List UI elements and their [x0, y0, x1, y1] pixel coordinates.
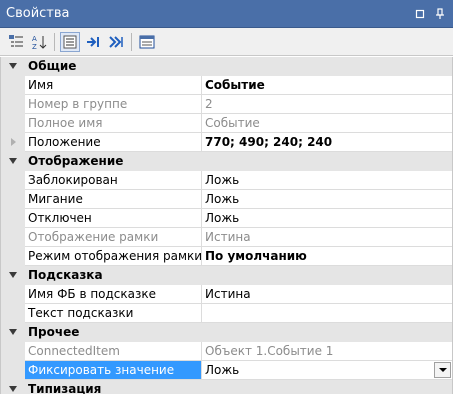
- collapse-arrow-icon: [9, 329, 17, 335]
- property-value[interactable]: По умолчанию: [202, 247, 452, 266]
- property-value: Событие: [202, 114, 452, 133]
- category-general[interactable]: Общие: [1, 57, 452, 76]
- property-row-disabled[interactable]: Отключен Ложь: [1, 209, 452, 228]
- category-label: Общие: [28, 59, 77, 73]
- property-pages-button[interactable]: [137, 32, 157, 52]
- property-value: 2: [202, 95, 452, 114]
- go-to-button[interactable]: [83, 32, 103, 52]
- property-value: Истина: [202, 228, 452, 247]
- dropdown-button[interactable]: [434, 362, 451, 378]
- property-value-dropdown[interactable]: Ложь: [202, 361, 452, 380]
- go-to-end-button[interactable]: [106, 32, 126, 52]
- categorized-icon: [9, 34, 23, 47]
- category-expander[interactable]: [1, 323, 25, 342]
- properties-view-button[interactable]: [60, 31, 80, 52]
- property-list-icon: [63, 35, 77, 48]
- restore-icon: [415, 9, 425, 18]
- category-hint[interactable]: Подсказка: [1, 266, 452, 285]
- collapse-arrow-icon: [9, 158, 17, 164]
- property-name: Полное имя: [25, 114, 202, 133]
- selected-value: Ложь: [205, 363, 240, 377]
- toolbar-separator: [54, 32, 55, 51]
- property-value[interactable]: 770; 490; 240; 240: [202, 133, 452, 152]
- property-row-full-name[interactable]: Полное имя Событие: [1, 114, 452, 133]
- property-row-fix-value[interactable]: Фиксировать значение Ложь: [1, 361, 452, 380]
- category-typing[interactable]: Типизация: [1, 380, 452, 394]
- property-name: Фиксировать значение: [25, 361, 202, 380]
- category-expander[interactable]: [1, 152, 25, 171]
- property-value[interactable]: Событие: [202, 76, 452, 95]
- property-row-group-number[interactable]: Номер в группе 2: [1, 95, 452, 114]
- property-row-frame-display[interactable]: Отображение рамки Истина: [1, 228, 452, 247]
- collapse-arrow-icon: [9, 386, 17, 392]
- property-name: Заблокирован: [25, 171, 202, 190]
- property-row-blink[interactable]: Мигание Ложь: [1, 190, 452, 209]
- category-label: Подсказка: [28, 268, 103, 282]
- property-name: Текст подсказки: [25, 304, 202, 323]
- property-name: Номер в группе: [25, 95, 202, 114]
- property-name: Отключен: [25, 209, 202, 228]
- property-name: Отображение рамки: [25, 228, 202, 247]
- sub-properties-expander[interactable]: [1, 133, 25, 152]
- property-grid-toolbar: A Z: [0, 28, 453, 56]
- category-label: Типизация: [28, 382, 102, 394]
- property-value[interactable]: Ложь: [202, 190, 452, 209]
- property-row-name[interactable]: Имя Событие: [1, 76, 452, 95]
- property-name: Имя: [25, 76, 202, 95]
- svg-text:A: A: [32, 35, 37, 43]
- float-window-button[interactable]: [413, 7, 427, 21]
- property-name: Имя ФБ в подсказке: [25, 285, 202, 304]
- arrow-right-bar-icon: [87, 36, 99, 47]
- property-row-fb-name-hint[interactable]: Имя ФБ в подсказке Истина: [1, 285, 452, 304]
- expand-arrow-icon: [11, 138, 16, 146]
- property-row-locked[interactable]: Заблокирован Ложь: [1, 171, 452, 190]
- double-arrow-right-icon: [109, 35, 123, 48]
- categorized-view-button[interactable]: [6, 32, 26, 52]
- property-name: Режим отображения рамки: [25, 247, 202, 266]
- property-value[interactable]: Ложь: [202, 171, 452, 190]
- property-row-frame-mode[interactable]: Режим отображения рамки По умолчанию: [1, 247, 452, 266]
- sort-az-icon: A Z: [32, 35, 47, 50]
- property-value[interactable]: [202, 304, 452, 323]
- pin-icon: [436, 7, 444, 19]
- collapse-arrow-icon: [9, 63, 17, 69]
- chevron-down-icon: [438, 368, 447, 372]
- window-title: Свойства: [6, 6, 70, 21]
- property-row-position[interactable]: Положение 770; 490; 240; 240: [1, 133, 452, 152]
- category-label: Прочее: [28, 325, 80, 339]
- alphabetical-sort-button[interactable]: A Z: [29, 32, 49, 52]
- collapse-arrow-icon: [9, 272, 17, 278]
- property-name: ConnectedItem: [25, 342, 202, 361]
- svg-text:Z: Z: [32, 43, 37, 50]
- property-pages-icon: [139, 35, 155, 48]
- pin-button[interactable]: [433, 7, 447, 21]
- toolbar-separator: [131, 32, 132, 51]
- property-value: Объект 1.Событие 1: [202, 342, 452, 361]
- category-label: Отображение: [28, 154, 124, 168]
- category-expander[interactable]: [1, 266, 25, 285]
- property-row-connected-item[interactable]: ConnectedItem Объект 1.Событие 1: [1, 342, 452, 361]
- category-expander[interactable]: [1, 380, 25, 394]
- property-name: Положение: [25, 133, 202, 152]
- property-value[interactable]: Истина: [202, 285, 452, 304]
- category-expander[interactable]: [1, 57, 25, 76]
- properties-title-bar: Свойства: [0, 0, 453, 28]
- property-name: Мигание: [25, 190, 202, 209]
- category-display[interactable]: Отображение: [1, 152, 452, 171]
- property-value[interactable]: Ложь: [202, 209, 452, 228]
- category-other[interactable]: Прочее: [1, 323, 452, 342]
- property-grid: Общие Имя Событие Номер в группе 2 Полно…: [0, 57, 453, 394]
- property-row-hint-text[interactable]: Текст подсказки: [1, 304, 452, 323]
